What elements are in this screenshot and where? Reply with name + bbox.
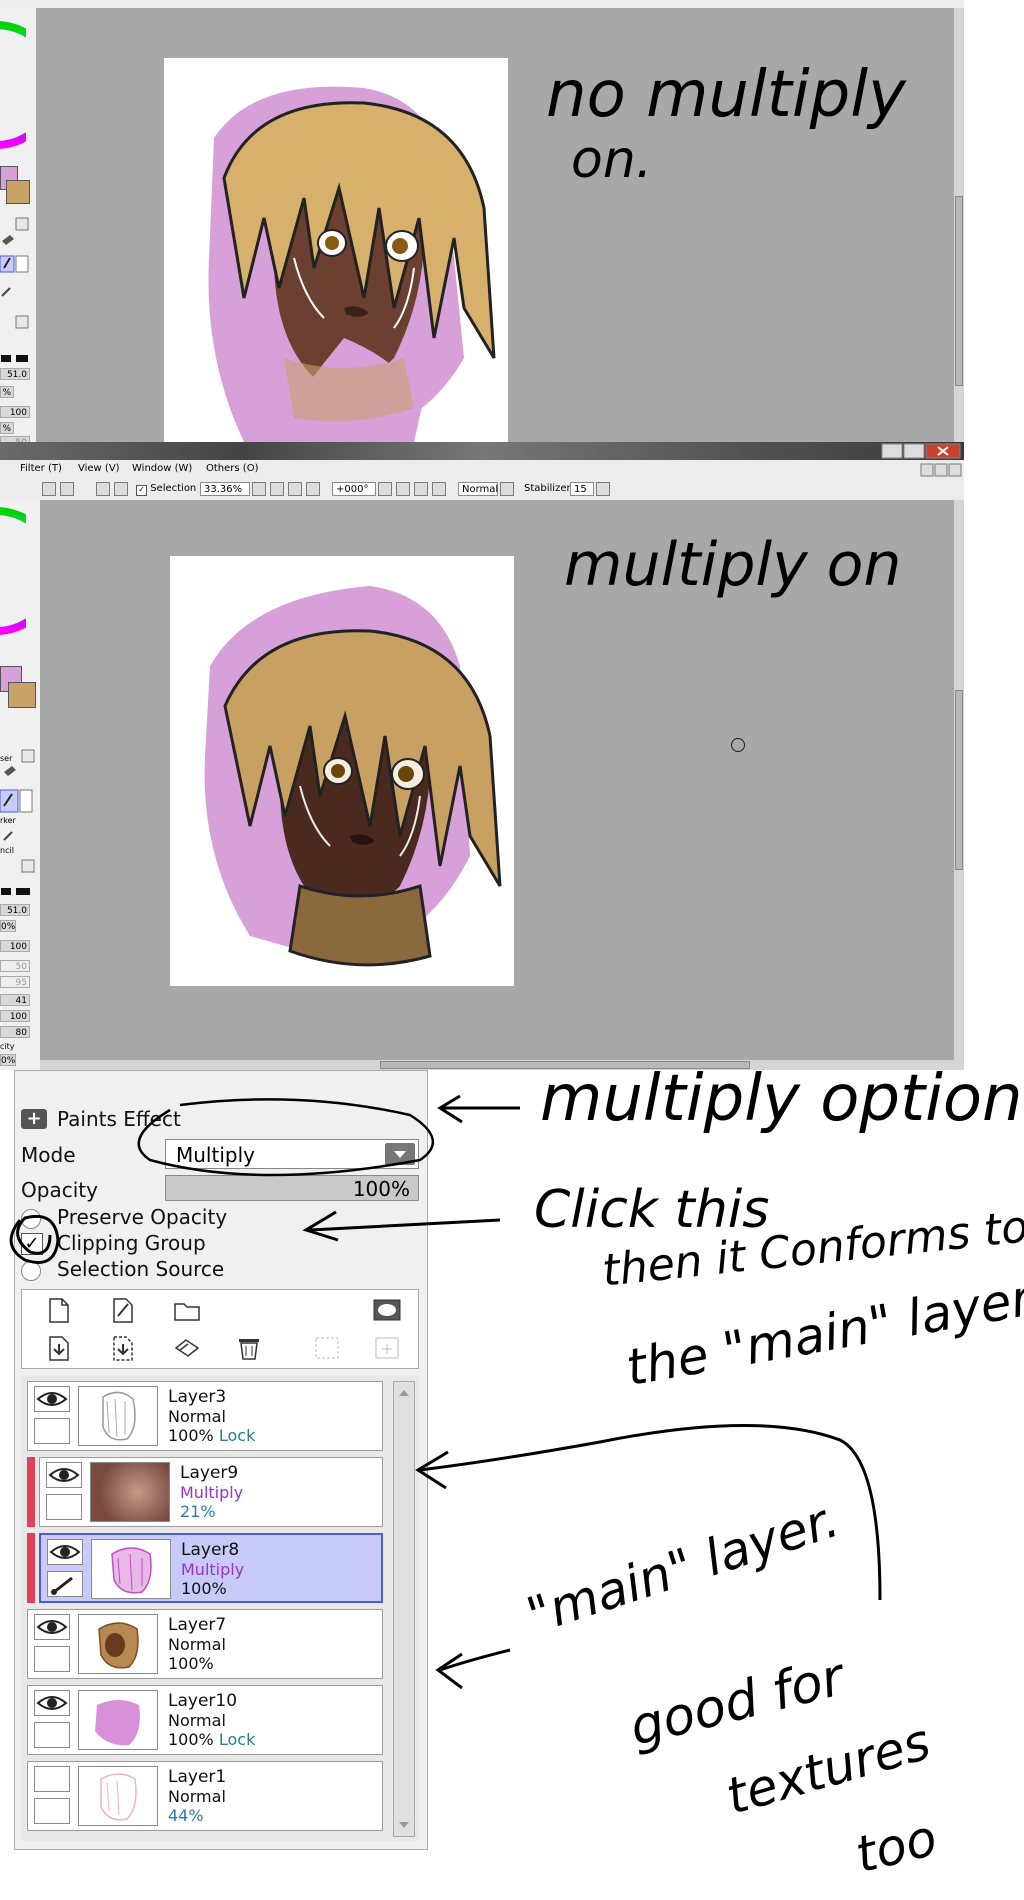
zoom-in-button[interactable] xyxy=(288,482,302,496)
character-drawing-multiply-on xyxy=(204,586,502,967)
menu-filter[interactable]: Filter (T) xyxy=(20,463,62,474)
mid-dilution[interactable]: 95 xyxy=(0,976,30,988)
mid-tool-icons[interactable] xyxy=(0,748,36,878)
menu-others[interactable]: Others (O) xyxy=(206,463,258,474)
brush-blur-value[interactable]: % xyxy=(0,422,14,434)
inner-window-controls[interactable] xyxy=(920,463,964,477)
top-screenshot: 51.0 % 100 % 50 no multiply on. xyxy=(0,0,964,448)
mid-canvas-area[interactable]: multiply on xyxy=(40,500,964,1060)
rotate-right-button[interactable] xyxy=(414,482,428,496)
character-drawing-no-multiply xyxy=(208,86,496,442)
mid-persistence[interactable]: 41 xyxy=(0,994,30,1006)
mid-secondary-color-swatch[interactable] xyxy=(8,682,36,708)
selection-checkbox-icon[interactable]: ✓ xyxy=(136,485,147,496)
blend-mode-field[interactable]: Normal xyxy=(458,482,498,496)
mid-blending[interactable]: 50 xyxy=(0,960,30,972)
zoom-dropdown-button[interactable] xyxy=(252,482,266,496)
selection-label: Selection xyxy=(150,483,197,494)
mid-value-6[interactable]: 100 xyxy=(0,1010,30,1022)
top-artwork-page[interactable] xyxy=(164,58,508,442)
menu-bar: Filter (T) View (V) Window (W) Others (O… xyxy=(0,460,964,481)
mid-min-size[interactable]: 0% xyxy=(0,920,16,932)
rotate-reset-button[interactable] xyxy=(432,482,446,496)
top-vertical-scrollbar[interactable] xyxy=(954,8,964,442)
side-label-opacity: city xyxy=(0,1042,15,1051)
selection-toggle[interactable]: ✓ Selection xyxy=(136,483,196,496)
mid-artwork-page[interactable] xyxy=(170,556,514,986)
window-controls[interactable] xyxy=(880,443,964,459)
canvas-toolbar: ✓ Selection 33.36% +000° Normal Stabiliz… xyxy=(0,480,964,501)
annotation-multiply-on: multiply on xyxy=(564,530,902,600)
invert-selection-button[interactable] xyxy=(114,482,128,496)
zoom-reset-button[interactable] xyxy=(306,482,320,496)
zoom-out-button[interactable] xyxy=(270,482,284,496)
rotate-left-button[interactable] xyxy=(396,482,410,496)
redo-button[interactable] xyxy=(60,482,74,496)
annotation-on: on. xyxy=(571,130,653,190)
secondary-color-swatch[interactable] xyxy=(6,180,30,204)
rotation-field[interactable]: +000° xyxy=(332,482,376,496)
brush-shape-icons[interactable] xyxy=(0,348,32,362)
mid-screenshot: Filter (T) View (V) Window (W) Others (O… xyxy=(0,460,964,1070)
mid-color-wheel-icon[interactable] xyxy=(0,506,26,646)
top-canvas-area[interactable]: no multiply on. xyxy=(36,8,964,442)
mid-value-7[interactable]: 80 xyxy=(0,1026,30,1038)
stabilizer-dropdown-button[interactable] xyxy=(596,482,610,496)
mid-brush-size[interactable]: 51.0 xyxy=(0,904,30,916)
rotation-dropdown-button[interactable] xyxy=(378,482,392,496)
stabilizer-label: Stabilizer xyxy=(524,483,571,494)
stabilizer-field[interactable]: 15 xyxy=(570,482,594,496)
menu-view[interactable]: View (V) xyxy=(78,463,120,474)
tool-icons[interactable] xyxy=(0,216,32,336)
blend-dropdown-button[interactable] xyxy=(500,482,514,496)
top-tool-panel: 51.0 % 100 % 50 xyxy=(0,8,36,448)
brush-min-size-value[interactable]: % xyxy=(0,386,14,398)
mid-vertical-scrollbar[interactable] xyxy=(954,500,964,1060)
color-wheel-icon[interactable] xyxy=(0,20,26,160)
annotation-multiply-option: multiply option xyxy=(540,1062,1023,1136)
menu-window[interactable]: Window (W) xyxy=(132,463,192,474)
zoom-field[interactable]: 33.36% xyxy=(200,482,250,496)
mid-tool-panel: ser rker ncil 51.0 0% 100 50 95 41 100 8… xyxy=(0,500,40,1070)
brush-density-value[interactable]: 100 xyxy=(0,406,30,418)
mid-brush-shape-icons[interactable] xyxy=(0,886,36,896)
mid-density[interactable]: 100 xyxy=(0,940,30,952)
window-title-strip xyxy=(0,442,964,460)
brush-size-value[interactable]: 51.0 xyxy=(0,368,30,380)
cursor-circle-icon xyxy=(731,738,745,752)
annotation-no-multiply: no multiply xyxy=(546,58,906,132)
undo-button[interactable] xyxy=(42,482,56,496)
deselect-button[interactable] xyxy=(96,482,110,496)
